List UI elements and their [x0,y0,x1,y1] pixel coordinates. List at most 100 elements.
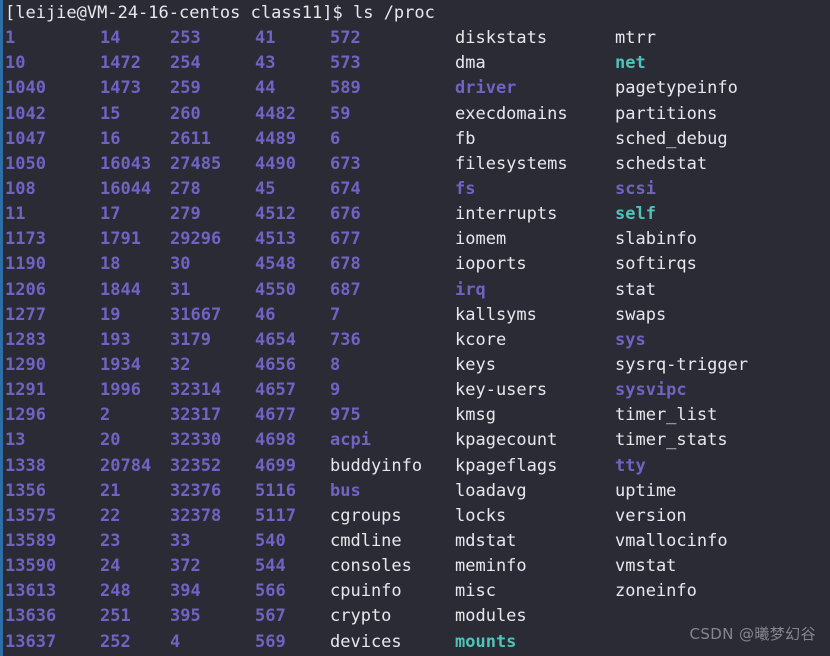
listing-entry-dir[interactable]: 4698 [255,428,330,453]
listing-entry-dir[interactable]: 4482 [255,102,330,127]
listing-entry-dir[interactable]: 1296 [5,403,100,428]
listing-entry-dir[interactable]: 251 [100,604,170,629]
listing-entry-dir[interactable]: scsi [615,177,805,202]
listing-entry-file[interactable]: execdomains [455,102,615,127]
listing-entry-file[interactable]: cmdline [330,529,455,554]
listing-entry-dir[interactable]: 1338 [5,454,100,479]
terminal-window[interactable]: [leijie@VM-24-16-centos class11]$ ls /pr… [0,0,830,656]
listing-entry-dir[interactable]: 1190 [5,252,100,277]
listing-entry-dir[interactable]: 16 [100,127,170,152]
listing-entry-dir[interactable]: 13 [5,428,100,453]
listing-entry-link[interactable]: mounts [455,630,615,655]
listing-entry-dir[interactable]: 589 [330,76,455,101]
listing-entry-dir[interactable]: 260 [170,102,255,127]
listing-entry-file[interactable]: version [615,504,805,529]
listing-entry-file[interactable]: key-users [455,378,615,403]
listing-entry-dir[interactable]: 9 [330,378,455,403]
listing-entry-file[interactable]: schedstat [615,152,805,177]
listing-entry-file[interactable]: loadavg [455,479,615,504]
listing-entry-dir[interactable]: 1042 [5,102,100,127]
listing-entry-dir[interactable]: 22 [100,504,170,529]
listing-entry-file[interactable]: cgroups [330,504,455,529]
listing-entry-dir[interactable]: 20784 [100,454,170,479]
listing-entry-file[interactable]: sysrq-trigger [615,353,805,378]
listing-entry-file[interactable]: uptime [615,479,805,504]
listing-entry-dir[interactable]: 252 [100,630,170,655]
listing-entry-dir[interactable]: 4657 [255,378,330,403]
listing-entry-dir[interactable]: irq [455,278,615,303]
listing-entry-file[interactable]: stat [615,278,805,303]
listing-entry-dir[interactable]: 43 [255,51,330,76]
listing-entry-dir[interactable]: 395 [170,604,255,629]
listing-entry-dir[interactable]: 18 [100,252,170,277]
listing-entry-dir[interactable]: 8 [330,353,455,378]
listing-entry-dir[interactable]: 32330 [170,428,255,453]
listing-entry-dir[interactable]: 566 [255,579,330,604]
listing-entry-file[interactable]: consoles [330,554,455,579]
listing-entry-dir[interactable]: 4550 [255,278,330,303]
listing-entry-dir[interactable]: 32376 [170,479,255,504]
listing-entry-dir[interactable]: 4512 [255,202,330,227]
listing-entry-file[interactable]: pagetypeinfo [615,76,805,101]
listing-entry-file[interactable]: softirqs [615,252,805,277]
listing-entry-dir[interactable]: 673 [330,152,455,177]
listing-entry-dir[interactable]: 16043 [100,152,170,177]
listing-entry-dir[interactable]: 32 [170,353,255,378]
listing-entry-dir[interactable]: 678 [330,252,455,277]
listing-entry-dir[interactable]: 567 [255,604,330,629]
listing-entry-dir[interactable]: 2 [100,403,170,428]
listing-entry-file[interactable]: keys [455,353,615,378]
listing-entry-file[interactable]: mtrr [615,26,805,51]
listing-entry-dir[interactable]: sysvipc [615,378,805,403]
listing-entry-dir[interactable]: 1473 [100,76,170,101]
listing-entry-dir[interactable]: 32352 [170,454,255,479]
listing-entry-dir[interactable]: bus [330,479,455,504]
listing-entry-file[interactable]: fb [455,127,615,152]
listing-entry-file[interactable]: vmallocinfo [615,529,805,554]
listing-entry-dir[interactable]: 6 [330,127,455,152]
listing-entry-dir[interactable]: 1173 [5,227,100,252]
listing-entry-file[interactable]: kpagecount [455,428,615,453]
listing-entry-dir[interactable]: 1050 [5,152,100,177]
listing-entry-file[interactable]: timer_list [615,403,805,428]
listing-entry-file[interactable]: interrupts [455,202,615,227]
listing-entry-dir[interactable]: 3179 [170,328,255,353]
listing-entry-dir[interactable]: 1791 [100,227,170,252]
listing-entry-dir[interactable]: 253 [170,26,255,51]
listing-entry-dir[interactable]: 1996 [100,378,170,403]
listing-entry-dir[interactable]: 569 [255,630,330,655]
listing-entry-file[interactable]: iomem [455,227,615,252]
listing-entry-dir[interactable]: 32378 [170,504,255,529]
listing-entry-dir[interactable]: acpi [330,428,455,453]
listing-entry-dir[interactable]: 544 [255,554,330,579]
listing-entry-file[interactable]: sched_debug [615,127,805,152]
listing-entry-dir[interactable]: 21 [100,479,170,504]
listing-entry-file[interactable]: kcore [455,328,615,353]
listing-entry-dir[interactable]: 11 [5,202,100,227]
listing-entry-dir[interactable]: 677 [330,227,455,252]
listing-entry-file[interactable]: crypto [330,604,455,629]
listing-entry-dir[interactable]: 17 [100,202,170,227]
listing-entry-dir[interactable]: 1277 [5,303,100,328]
listing-entry-dir[interactable]: 24 [100,554,170,579]
listing-entry-dir[interactable]: 13613 [5,579,100,604]
listing-entry-dir[interactable]: 4489 [255,127,330,152]
listing-entry-dir[interactable]: 573 [330,51,455,76]
listing-entry-dir[interactable]: 259 [170,76,255,101]
listing-entry-dir[interactable]: 254 [170,51,255,76]
listing-entry-dir[interactable]: 45 [255,177,330,202]
listing-entry-dir[interactable]: 278 [170,177,255,202]
listing-entry-dir[interactable]: 46 [255,303,330,328]
listing-entry-dir[interactable]: 4699 [255,454,330,479]
listing-entry-file[interactable]: kallsyms [455,303,615,328]
listing-entry-dir[interactable]: 7 [330,303,455,328]
listing-entry-dir[interactable]: 1040 [5,76,100,101]
listing-entry-dir[interactable]: 4513 [255,227,330,252]
listing-entry-dir[interactable]: 13589 [5,529,100,554]
listing-entry-dir[interactable]: 1356 [5,479,100,504]
listing-entry-dir[interactable]: 5117 [255,504,330,529]
listing-entry-dir[interactable]: 14 [100,26,170,51]
listing-entry-file[interactable]: vmstat [615,554,805,579]
listing-entry-dir[interactable]: 1934 [100,353,170,378]
listing-entry-dir[interactable]: 372 [170,554,255,579]
